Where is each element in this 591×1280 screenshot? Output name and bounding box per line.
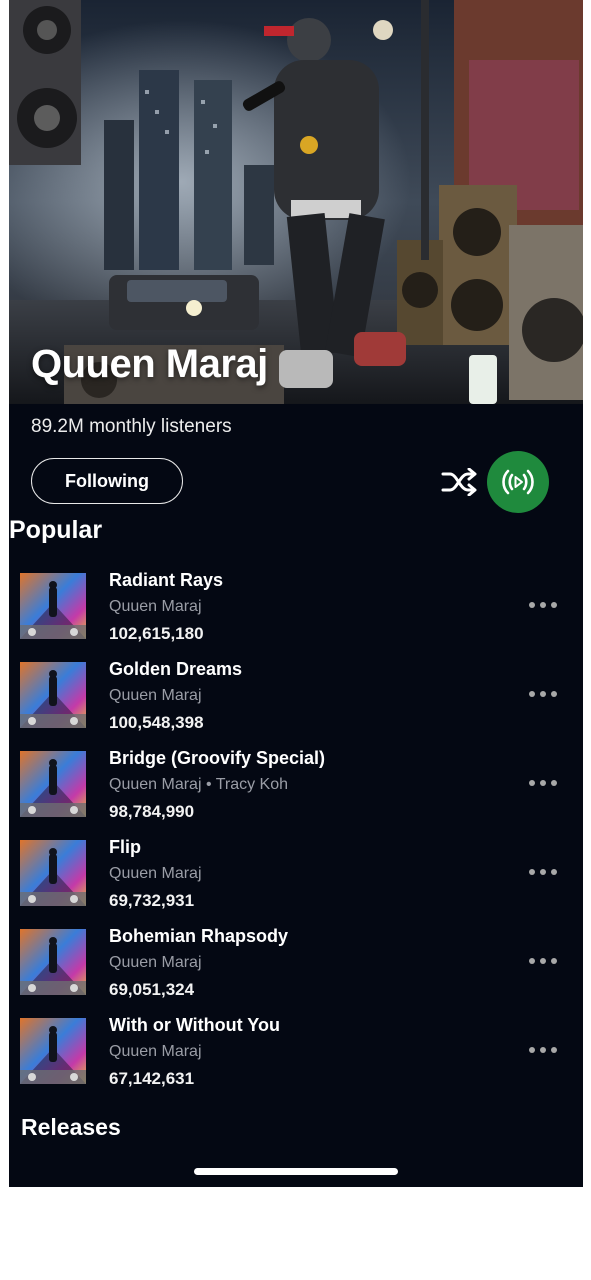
artist-name: Quuen Maraj [31, 342, 268, 386]
shuffle-icon [441, 468, 477, 496]
track-cover-art [20, 573, 86, 639]
track-row[interactable]: Bohemian Rhapsody Quuen Maraj 69,051,324 [9, 926, 583, 1015]
monthly-listeners: 89.2M monthly listeners [31, 416, 232, 437]
track-title: Radiant Rays [109, 570, 224, 590]
track-cover-art [20, 662, 86, 728]
track-artist: Quuen Maraj [109, 687, 202, 704]
popular-tracks-list: Radiant Rays Quuen Maraj 102,615,180 Gol… [9, 570, 583, 1104]
track-play-count: 69,051,324 [109, 980, 195, 999]
track-cover-art [20, 840, 86, 906]
more-options-icon[interactable] [529, 687, 557, 701]
track-artist: Quuen Maraj [109, 598, 202, 615]
more-options-icon[interactable] [529, 776, 557, 790]
more-options-icon[interactable] [529, 598, 557, 612]
track-cover-art [20, 1018, 86, 1084]
track-artist: Quuen Maraj • Tracy Koh [109, 776, 289, 793]
shuffle-button[interactable] [439, 462, 479, 502]
track-title: Flip [109, 837, 141, 857]
track-row[interactable]: Golden Dreams Quuen Maraj 100,548,398 [9, 659, 583, 748]
track-play-count: 98,784,990 [109, 802, 195, 821]
artist-page: Quuen Maraj 89.2M monthly listeners Foll… [9, 0, 583, 1187]
play-broadcast-icon [502, 469, 534, 495]
following-button[interactable]: Following [31, 458, 183, 504]
track-artist: Quuen Maraj [109, 1043, 202, 1060]
track-play-count: 102,615,180 [109, 624, 204, 643]
more-options-icon[interactable] [529, 954, 557, 968]
more-options-icon[interactable] [529, 865, 557, 879]
track-row[interactable]: With or Without You Quuen Maraj 67,142,6… [9, 1015, 583, 1104]
track-cover-art [20, 751, 86, 817]
track-row[interactable]: Bridge (Groovify Special) Quuen Maraj • … [9, 748, 583, 837]
track-title: Golden Dreams [109, 659, 243, 679]
track-artist: Quuen Maraj [109, 865, 202, 882]
track-row[interactable]: Flip Quuen Maraj 69,732,931 [9, 837, 583, 926]
releases-heading: Releases [21, 1114, 121, 1140]
artist-hero-image: Quuen Maraj [9, 0, 583, 404]
track-play-count: 67,142,631 [109, 1069, 195, 1088]
track-cover-art [20, 929, 86, 995]
more-options-icon[interactable] [529, 1043, 557, 1057]
track-title: With or Without You [109, 1015, 280, 1035]
track-play-count: 100,548,398 [109, 713, 204, 732]
track-title: Bridge (Groovify Special) [109, 748, 326, 768]
popular-heading: Popular [9, 516, 103, 544]
play-button[interactable] [487, 451, 549, 513]
track-play-count: 69,732,931 [109, 891, 195, 910]
home-indicator[interactable] [194, 1168, 398, 1175]
track-artist: Quuen Maraj [109, 954, 202, 971]
track-row[interactable]: Radiant Rays Quuen Maraj 102,615,180 [9, 570, 583, 659]
track-title: Bohemian Rhapsody [109, 926, 289, 946]
